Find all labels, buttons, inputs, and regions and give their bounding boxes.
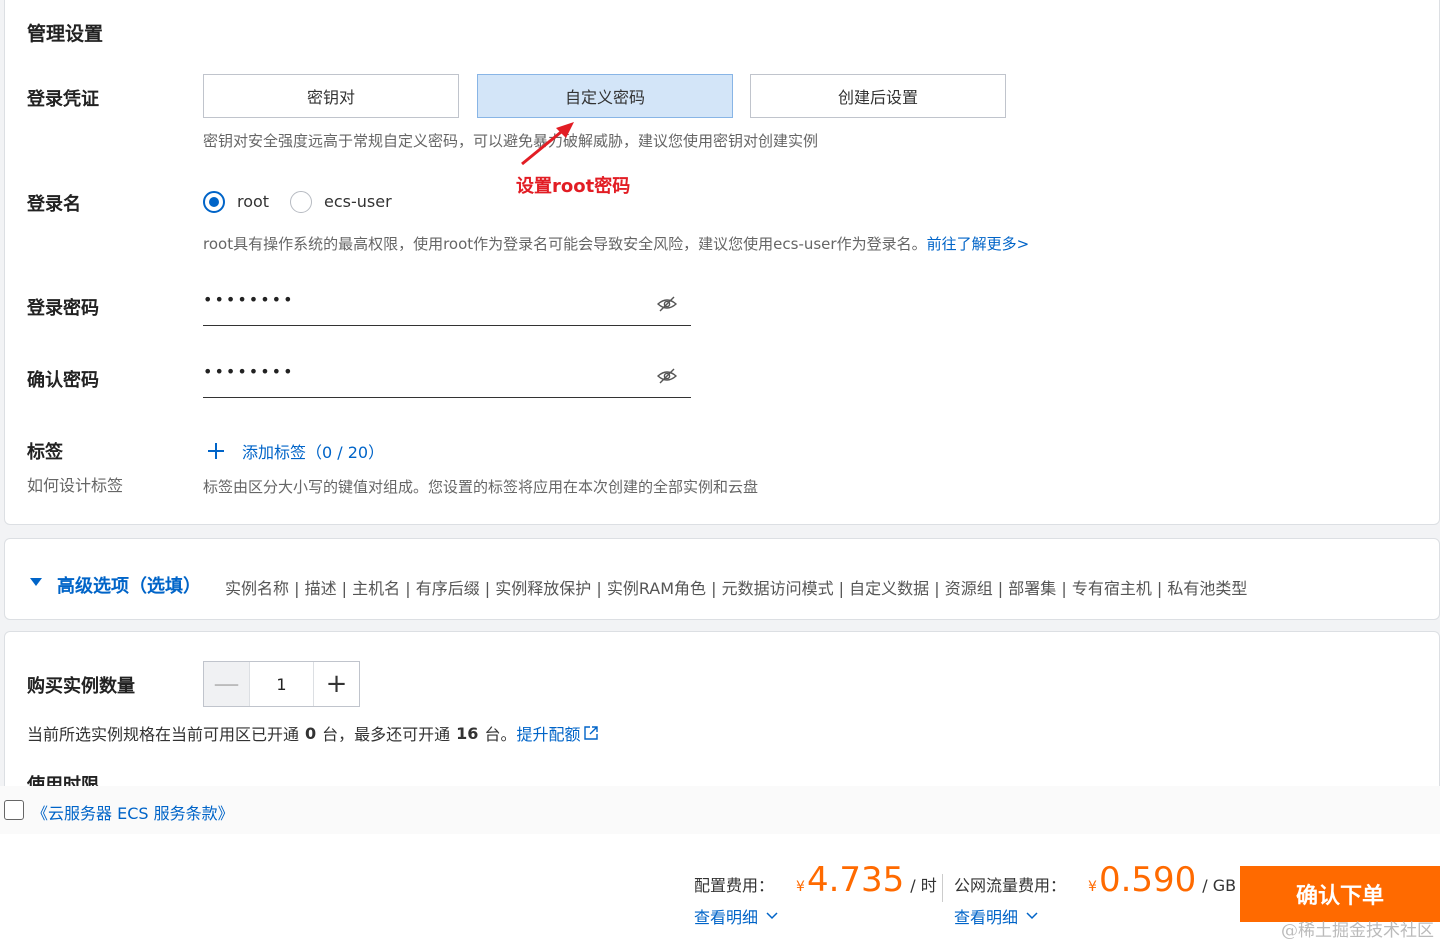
learn-more-link[interactable]: 前往了解更多> (927, 235, 1030, 253)
confirm-password-value: •••••••• (203, 362, 295, 381)
external-link-icon[interactable] (583, 725, 599, 741)
annotation-label: 设置root密码 (516, 176, 631, 197)
terms-checkbox[interactable] (4, 800, 24, 820)
config-detail: 查看明细 (694, 908, 759, 927)
credential-option-set-later[interactable]: 创建后设置 (750, 74, 1006, 118)
radio-root-label[interactable]: root (237, 192, 269, 211)
confirm-password-input[interactable]: •••••••• (203, 354, 691, 398)
chevron-down-icon (1026, 912, 1038, 920)
traffic-price: 0.590 (1098, 860, 1197, 900)
increment-button[interactable]: + (313, 662, 359, 706)
traffic-yen: ¥ (1088, 879, 1097, 895)
quantity-value[interactable]: 1 (250, 662, 313, 706)
login-name-hint-text: root具有操作系统的最高权限，使用root作为登录名可能会导致安全风险，建议您… (203, 235, 927, 253)
advanced-items: 实例名称 | 描述 | 主机名 | 有序后缀 | 实例释放保护 | 实例RAM角… (225, 579, 1248, 598)
next-section-label: 使用时限 (27, 775, 99, 786)
watermark: @稀土掘金技术社区 (1281, 921, 1434, 941)
tags-design-link[interactable]: 如何设计标签 (27, 472, 123, 496)
quota-info: 当前所选实例规格在当前可用区已开通 0 台，最多还可开通 16 台。 提升配额 (27, 721, 599, 745)
traffic-unit: / GB (1202, 876, 1237, 895)
credential-option-keypair[interactable]: 密钥对 (203, 74, 459, 118)
config-price: 4.735 (806, 860, 905, 900)
advanced-title[interactable]: 高级选项（选填） (57, 572, 201, 598)
chevron-down-icon (766, 912, 778, 920)
password-label: 登录密码 (27, 298, 99, 319)
login-name-hint: root具有操作系统的最高权限，使用root作为登录名可能会导致安全风险，建议您… (203, 233, 1029, 254)
terms-bar: 《云服务器 ECS 服务条款》 (0, 786, 1440, 834)
eye-hidden-icon[interactable] (657, 368, 677, 384)
tags-label: 标签 (27, 442, 63, 463)
available-count: 16 (456, 723, 479, 743)
quota-prefix: 当前所选实例规格在当前可用区已开通 (27, 725, 300, 744)
annotation-arrow-icon (521, 122, 574, 166)
traffic-detail-toggle[interactable]: 查看明细 (954, 904, 1038, 928)
config-unit: / 时 (910, 876, 937, 895)
terms-link[interactable]: 《云服务器 ECS 服务条款》 (32, 800, 234, 824)
config-fee: 配置费用： ¥ 4.735 / 时 (694, 860, 937, 900)
quantity-stepper[interactable]: — 1 + (203, 661, 360, 707)
decrement-button[interactable]: — (204, 662, 250, 706)
opened-count: 0 (305, 723, 317, 743)
radio-root[interactable] (203, 191, 225, 213)
radio-ecs-user-label[interactable]: ecs-user (324, 192, 392, 211)
traffic-fee-label: 公网流量费用： (954, 876, 1067, 895)
add-tag-button[interactable]: 添加标签（0 / 20） (203, 438, 384, 464)
tags-hint: 标签由区分大小写的键值对组成。您设置的标签将应用在本次创建的全部实例和云盘 (203, 478, 759, 496)
password-input[interactable]: •••••••• (203, 282, 691, 326)
quota-suffix: 台。 (484, 725, 517, 744)
fee-divider (942, 874, 943, 902)
credential-label: 登录凭证 (27, 89, 99, 110)
login-name-label: 登录名 (27, 194, 81, 215)
radio-ecs-user[interactable] (290, 191, 312, 213)
credential-option-custom-password[interactable]: 自定义密码 (477, 74, 733, 118)
credential-hint: 密钥对安全强度远高于常规自定义密码，可以避免暴力破解威胁，建议您使用密钥对创建实… (203, 132, 819, 150)
config-yen: ¥ (796, 879, 805, 895)
eye-hidden-icon[interactable] (657, 296, 677, 312)
confirm-password-label: 确认密码 (27, 370, 99, 391)
traffic-fee: 公网流量费用： ¥ 0.590 / GB (954, 860, 1236, 900)
bottom-bar: 配置费用： ¥ 4.735 / 时 查看明细 公网流量费用： ¥ 0.590 /… (0, 834, 1440, 947)
config-fee-label: 配置费用： (694, 876, 775, 895)
quota-mid: 台，最多还可开通 (322, 725, 451, 744)
upgrade-quota-link[interactable]: 提升配额 (516, 721, 580, 745)
section-title: 管理设置 (27, 23, 104, 45)
plus-icon (208, 443, 224, 459)
traffic-detail: 查看明细 (954, 908, 1019, 927)
caret-down-icon[interactable] (29, 577, 43, 587)
password-value: •••••••• (203, 290, 295, 309)
config-detail-toggle[interactable]: 查看明细 (694, 904, 778, 928)
confirm-order-button[interactable]: 确认下单 (1240, 866, 1440, 922)
quantity-label: 购买实例数量 (27, 676, 135, 697)
add-tag-label: 添加标签（0 / 20） (242, 443, 385, 462)
